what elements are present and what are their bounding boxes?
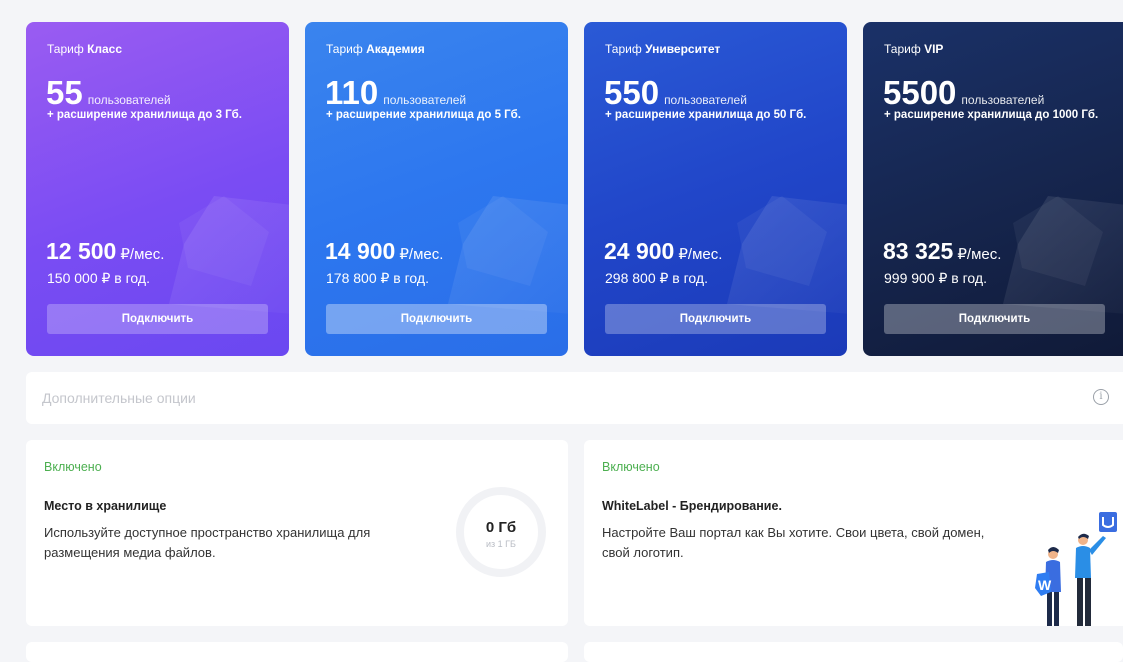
plan-price: 24 900 ₽/мес. bbox=[604, 238, 723, 264]
plan-users-unit: пользователей bbox=[87, 93, 171, 107]
plan-price-unit: ₽/мес. bbox=[678, 246, 723, 263]
plan-card-universitet: Тариф Университет 550 пользователей + рас… bbox=[584, 22, 847, 356]
plan-storage: + расширение хранилища до 5 Гб. bbox=[326, 109, 521, 121]
storage-usage-ring: 0 Гб из 1 ГБ bbox=[456, 487, 546, 577]
plan-title: Тариф Академия bbox=[326, 42, 425, 56]
plan-title: Тариф Класс bbox=[47, 42, 122, 56]
plan-users: 550 пользователей bbox=[604, 76, 747, 109]
storage-usage-value: 0 Гб bbox=[485, 519, 517, 536]
storage-usage-total: из 1 ГБ bbox=[486, 539, 516, 549]
plan-prefix: Тариф bbox=[326, 42, 363, 56]
plan-storage: + расширение хранилища до 50 Гб. bbox=[605, 109, 807, 121]
plan-year-price: 298 800 ₽ в год. bbox=[605, 270, 708, 286]
additional-options-bar[interactable]: Дополнительные опции i bbox=[26, 372, 1123, 424]
plan-users-count: 55 bbox=[46, 74, 83, 111]
plan-name: Университет bbox=[645, 42, 721, 56]
plan-name: VIP bbox=[924, 42, 944, 56]
plan-year-price: 178 800 ₽ в год. bbox=[326, 270, 429, 286]
feature-title: Место в хранилище bbox=[44, 499, 167, 513]
plan-price-value: 12 500 bbox=[46, 238, 117, 264]
plan-users: 55 пользователей bbox=[46, 76, 171, 109]
plan-name: Класс bbox=[87, 42, 123, 56]
plan-price-unit: ₽/мес. bbox=[120, 246, 165, 263]
plan-prefix: Тариф bbox=[47, 42, 84, 56]
feature-description: Настройте Ваш портал как Вы хотите. Свои… bbox=[602, 525, 985, 560]
connect-button[interactable]: Подключить bbox=[47, 304, 268, 334]
plan-price-value: 83 325 bbox=[883, 238, 954, 264]
next-feature-card bbox=[26, 642, 568, 662]
plan-users-count: 550 bbox=[604, 74, 660, 111]
plan-storage: + расширение хранилища до 3 Гб. bbox=[47, 109, 242, 121]
plan-users-unit: пользователей bbox=[664, 93, 747, 107]
storage-feature-card: Включено Место в хранилище Используйте д… bbox=[26, 440, 568, 626]
plan-price-value: 24 900 bbox=[604, 238, 675, 264]
next-feature-card bbox=[584, 642, 1123, 662]
feature-description: Используйте доступное пространство храни… bbox=[44, 525, 371, 560]
plan-year-price: 150 000 ₽ в год. bbox=[47, 270, 150, 286]
plan-card-vip: Тариф VIP 5500 пользователей + расширение… bbox=[863, 22, 1123, 356]
plan-users: 110 пользователей bbox=[325, 76, 466, 109]
plan-users-unit: пользователей bbox=[383, 93, 467, 107]
status-label: Включено bbox=[602, 460, 660, 474]
plan-users-count: 5500 bbox=[883, 74, 957, 111]
plan-price: 14 900 ₽/мес. bbox=[325, 238, 444, 264]
status-label: Включено bbox=[44, 460, 102, 474]
plan-year-price: 999 900 ₽ в год. bbox=[884, 270, 987, 286]
plan-prefix: Тариф bbox=[884, 42, 921, 56]
plan-users-count: 110 bbox=[325, 74, 379, 111]
plan-title: Тариф Университет bbox=[605, 42, 720, 56]
plan-card-klass: Тариф Класс 55 пользователей + расширение… bbox=[26, 22, 289, 356]
connect-button[interactable]: Подключить bbox=[884, 304, 1105, 334]
plans-row: Тариф Класс 55 пользователей + расширение… bbox=[26, 22, 1123, 356]
plan-storage: + расширение хранилища до 1000 Гб. bbox=[884, 109, 1099, 121]
connect-button[interactable]: Подключить bbox=[605, 304, 826, 334]
plan-price-unit: ₽/мес. bbox=[957, 246, 1002, 263]
additional-options-label: Дополнительные опции bbox=[42, 390, 196, 406]
plan-users-unit: пользователей bbox=[961, 93, 1045, 107]
svg-text:W: W bbox=[1038, 577, 1052, 593]
plan-price-value: 14 900 bbox=[325, 238, 396, 264]
plan-users: 5500 пользователей bbox=[883, 76, 1044, 109]
feature-title: WhiteLabel - Брендирование. bbox=[602, 499, 782, 513]
plan-price-unit: ₽/мес. bbox=[399, 246, 444, 263]
plan-title: Тариф VIP bbox=[884, 42, 943, 56]
plan-price: 83 325 ₽/мес. bbox=[883, 238, 1002, 264]
plan-name: Академия bbox=[366, 42, 425, 56]
whitelabel-feature-card: Включено WhiteLabel - Брендирование. Нас… bbox=[584, 440, 1123, 626]
plan-prefix: Тариф bbox=[605, 42, 642, 56]
info-icon[interactable]: i bbox=[1093, 389, 1109, 405]
people-branding-illustration: W bbox=[1035, 512, 1117, 626]
connect-button[interactable]: Подключить bbox=[326, 304, 547, 334]
plan-card-akademiya: Тариф Академия 110 пользователей + расшир… bbox=[305, 22, 568, 356]
plan-price: 12 500 ₽/мес. bbox=[46, 238, 165, 264]
